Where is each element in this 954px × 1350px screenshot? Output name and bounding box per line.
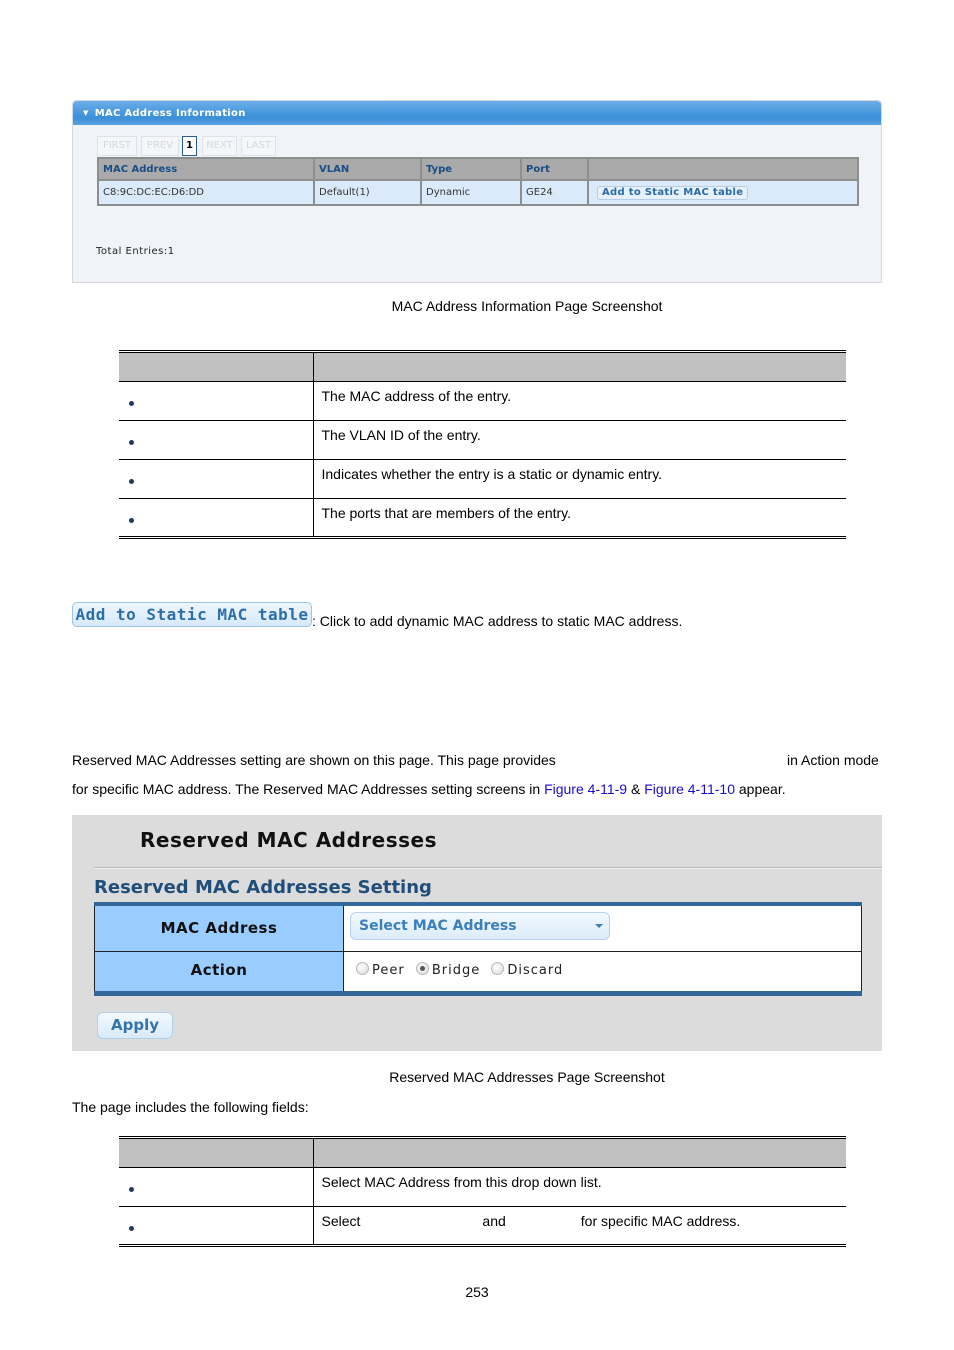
cell-vlan: Default(1) [313, 179, 422, 206]
intro-line-1b: in Action mode [787, 752, 879, 768]
intro-line-1a: Reserved MAC Addresses setting are shown… [72, 752, 556, 768]
divider [94, 867, 882, 869]
chevron-down-icon [595, 924, 603, 928]
field-description: Select and for specific MAC address. [313, 1206, 846, 1246]
column-header-action [587, 157, 859, 181]
radio-bridge[interactable] [415, 962, 429, 975]
apply-button[interactable]: Apply [97, 1012, 173, 1039]
field-description: The MAC address of the entry. [313, 381, 846, 421]
table-row: The MAC address of the entry. [119, 381, 846, 421]
column-header-type: Type [420, 157, 522, 181]
field-description-table: Select MAC Address from this drop down l… [119, 1136, 846, 1247]
panel-header[interactable]: ▼ MAC Address Information [73, 101, 881, 125]
first-page-button[interactable]: FIRST [97, 136, 137, 156]
bullet-icon [129, 401, 134, 406]
reserved-mac-settings-table: MAC Address Select MAC Address Action Pe… [94, 902, 862, 996]
radio-discard[interactable] [491, 962, 505, 975]
mac-select-value: Select MAC Address [359, 918, 517, 934]
table-row: The ports that are members of the entry. [119, 498, 846, 538]
table-header-row: MAC Address VLAN Type Port [97, 157, 859, 181]
cell-type: Dynamic [420, 179, 522, 206]
mac-address-select[interactable]: Select MAC Address [350, 912, 610, 940]
cell-mac-address: C8:9C:DC:EC:D6:DD [97, 179, 315, 206]
figure-caption: MAC Address Information Page Screenshot [391, 298, 663, 314]
action-row: Action Peer Bridge Discard [94, 951, 862, 991]
bullet-icon [129, 479, 134, 484]
table-row: Select MAC Address from this drop down l… [119, 1167, 846, 1207]
field-description: The ports that are members of the entry. [313, 498, 846, 538]
table-row: The VLAN ID of the entry. [119, 420, 846, 460]
field-description-table: The MAC address of the entry. The VLAN I… [119, 350, 846, 539]
collapse-triangle-icon[interactable]: ▼ [83, 109, 89, 117]
page-number: 253 [465, 1284, 489, 1300]
table-header-row [119, 351, 846, 382]
mac-address-label: MAC Address [95, 906, 344, 951]
cell-action: Add to Static MAC table [587, 179, 859, 206]
page-title: Reserved MAC Addresses [140, 828, 438, 852]
figure-link-4-11-10[interactable]: Figure 4-11-10 [644, 781, 735, 797]
mac-address-table: MAC Address VLAN Type Port C8:9C:DC:EC:D… [97, 157, 859, 206]
bullet-icon [129, 440, 134, 445]
field-description: Select MAC Address from this drop down l… [313, 1167, 846, 1207]
field-description: Indicates whether the entry is a static … [313, 459, 846, 499]
last-page-button[interactable]: LAST [241, 136, 276, 156]
bullet-icon [129, 1225, 134, 1231]
figure-caption: Reserved MAC Addresses Page Screenshot [389, 1069, 665, 1085]
next-page-button[interactable]: NEXT [202, 136, 237, 156]
table-row: Indicates whether the entry is a static … [119, 459, 846, 499]
table-row: Select and for specific MAC address. [119, 1206, 846, 1246]
total-entries: Total Entries:1 [96, 246, 175, 257]
cell-port: GE24 [520, 179, 589, 206]
field-description: The VLAN ID of the entry. [313, 420, 846, 460]
section-title: Reserved MAC Addresses Setting [94, 877, 432, 898]
add-to-static-mac-table-button[interactable]: Add to Static MAC table [597, 185, 749, 200]
action-radio-group: Peer Bridge Discard [356, 962, 569, 978]
add-static-description: : Click to add dynamic MAC address to st… [312, 613, 683, 629]
column-header-mac-address: MAC Address [97, 157, 315, 181]
action-label: Action [95, 952, 344, 991]
intro-line-2: for specific MAC address. The Reserved M… [72, 781, 786, 797]
bullet-icon [129, 517, 134, 523]
panel-title: MAC Address Information [94, 108, 246, 119]
reserved-mac-addresses-panel: Reserved MAC Addresses Reserved MAC Addr… [72, 815, 882, 1051]
mac-address-information-panel: ▼ MAC Address Information FIRST PREV 1 NE… [72, 100, 882, 283]
column-header-port: Port [520, 157, 589, 181]
bullet-icon [129, 1187, 134, 1192]
current-page-button[interactable]: 1 [182, 136, 197, 156]
column-header-vlan: VLAN [313, 157, 422, 181]
add-to-static-mac-table-button-image: Add to Static MAC table [72, 602, 312, 627]
action-option-peer[interactable]: Peer [356, 962, 405, 978]
radio-peer[interactable] [356, 962, 369, 975]
mac-address-row: MAC Address Select MAC Address [94, 906, 862, 951]
table-header-row [119, 1137, 846, 1168]
table-row: C8:9C:DC:EC:D6:DD Default(1) Dynamic GE2… [97, 179, 859, 206]
prev-page-button[interactable]: PREV [141, 136, 179, 156]
action-option-discard[interactable]: Discard [491, 962, 563, 978]
fields-intro: The page includes the following fields: [72, 1099, 309, 1115]
figure-link-4-11-9[interactable]: Figure 4-11-9 [544, 781, 627, 797]
action-option-bridge[interactable]: Bridge [415, 962, 480, 978]
